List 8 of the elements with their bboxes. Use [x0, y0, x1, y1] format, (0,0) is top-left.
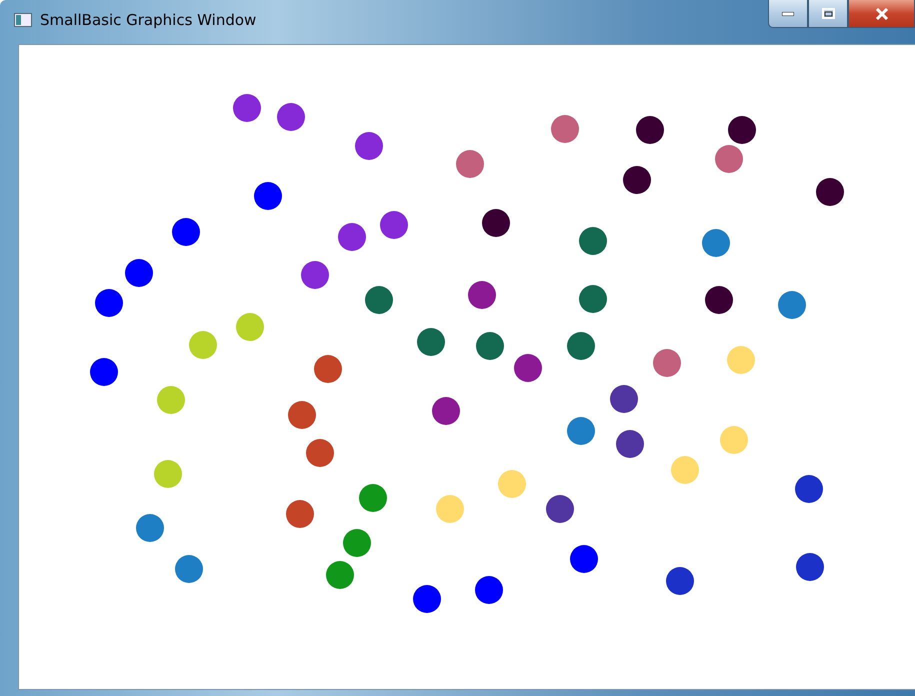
close-icon	[874, 8, 888, 20]
maximize-icon	[822, 8, 834, 19]
close-button[interactable]	[848, 0, 915, 28]
minimize-button[interactable]	[768, 0, 808, 28]
maximize-button[interactable]	[808, 0, 848, 28]
window-icon	[14, 13, 32, 27]
window-title: SmallBasic Graphics Window	[40, 10, 258, 30]
minimize-icon	[782, 12, 794, 16]
